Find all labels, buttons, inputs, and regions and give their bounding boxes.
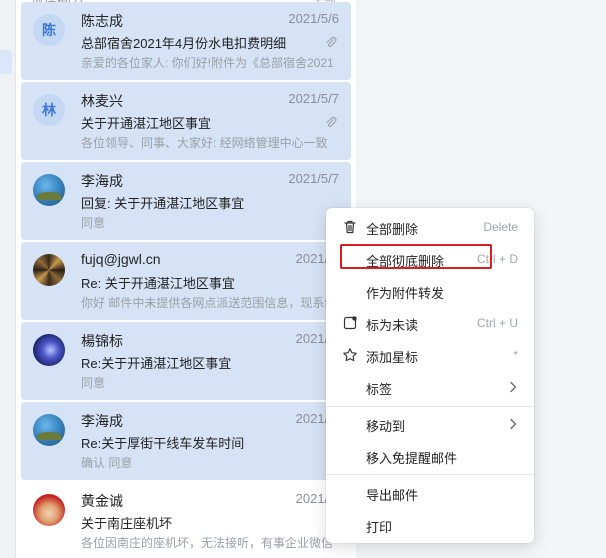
menu-item-label: 导出邮件 (366, 488, 419, 503)
mail-item[interactable]: 李海成 2021/5/7 回复: 关于开通湛江地区事宜 同意 (21, 162, 351, 240)
mail-subject: Re:关于开通湛江地区事宜 (81, 356, 232, 371)
mail-item[interactable]: 林 林麦兴 2021/5/7 关于开通湛江地区事宜 各位领导、同事、大家好: 经… (21, 82, 351, 160)
menu-item-shortcut: Delete (483, 220, 518, 234)
photo-avatar-star (33, 254, 65, 286)
menu-item-shortcut: * (513, 348, 518, 362)
trash-icon (344, 220, 356, 234)
mail-subject: 关于南庄座机坏 (81, 516, 173, 531)
mail-sender: 黄金诚 (81, 493, 123, 509)
menu-item-move-to[interactable]: 移动到 (326, 409, 534, 439)
mail-sender: 李海成 (81, 173, 123, 189)
chevron-right-icon (510, 381, 517, 393)
mail-item[interactable]: 李海成 2021/5/ Re:关于厚街干线车发车时间 确认 同意 (21, 402, 351, 480)
mail-preview: 同意 (81, 376, 106, 390)
mail-sender: 林麦兴 (81, 93, 123, 109)
mail-item[interactable]: 陈 陈志成 2021/5/6 总部宿舍2021年4月份水电扣费明细 亲爱的各位家… (21, 2, 351, 80)
mail-date: 2021/5/6 (288, 11, 339, 26)
mail-subject: Re: 关于开通湛江地区事宜 (81, 276, 235, 291)
menu-item-mark-unread[interactable]: 标为未读 Ctrl + U (326, 308, 534, 338)
mail-subject: 关于开通湛江地区事宜 (81, 116, 212, 131)
menu-item-label: 移动到 (366, 419, 406, 434)
photo-avatar-sky (33, 174, 65, 206)
menu-item-move-to-muted[interactable]: 移入免提醒邮件 (326, 441, 534, 471)
letter-avatar: 林 (33, 94, 65, 126)
mail-preview: 同意 (81, 216, 106, 230)
menu-item-label: 作为附件转发 (366, 286, 445, 301)
menu-item-label: 移入免提醒邮件 (366, 451, 458, 466)
mail-date: 2021/5/7 (288, 171, 339, 186)
menu-item-label: 标签 (366, 382, 393, 397)
mail-sender: fujq@jgwl.cn (81, 251, 161, 267)
paperclip-icon (326, 116, 337, 127)
mail-preview: 各位因南庄的座机坏，无法接听，有事企业微信 (81, 536, 334, 550)
unread-icon (343, 316, 357, 330)
menu-item-forward-as-attachment[interactable]: 作为附件转发 (326, 276, 534, 306)
mail-preview: 你好 邮件中未提供各网点派送范围信息，现系统 (81, 296, 337, 310)
left-rail (0, 0, 16, 558)
menu-item-delete-all[interactable]: 全部删除 Delete (326, 212, 534, 242)
highlight-annotation (340, 244, 492, 269)
mail-sender: 楊锦标 (81, 333, 123, 349)
star-icon (343, 348, 357, 362)
mail-sender: 李海成 (81, 413, 123, 429)
rail-active-marker[interactable] (0, 50, 12, 74)
menu-item-tags[interactable]: 标签 (326, 372, 534, 402)
mail-preview: 确认 同意 (81, 456, 133, 470)
paperclip-icon (326, 36, 337, 47)
mail-preview: 亲爱的各位家人: 你们好!附件为《总部宿舍2021 (81, 56, 334, 70)
menu-separator (326, 406, 534, 407)
mail-subject: 总部宿舍2021年4月份水电扣费明细 (81, 36, 287, 51)
menu-item-label: 标为未读 (366, 318, 419, 333)
menu-item-label: 打印 (366, 520, 393, 535)
mail-sender: 陈志成 (81, 13, 123, 29)
menu-item-label: 添加星标 (366, 350, 419, 365)
menu-item-label: 全部删除 (366, 222, 419, 237)
menu-item-export[interactable]: 导出邮件 (326, 478, 534, 508)
menu-item-shortcut: Ctrl + U (476, 316, 518, 330)
mail-preview: 各位领导、同事、大家好: 经网络管理中心一致 (81, 136, 328, 150)
mail-date: 2021/5/7 (288, 91, 339, 106)
letter-avatar: 陈 (33, 14, 65, 46)
chevron-right-icon (510, 418, 517, 430)
mail-item[interactable]: 黄金诚 2021/5/ 关于南庄座机坏 各位因南庄的座机坏，无法接听，有事企业微… (21, 482, 351, 558)
mail-subject: 回复: 关于开通湛江地区事宜 (81, 196, 245, 211)
mail-item[interactable]: fujq@jgwl.cn 2021/5/ Re: 关于开通湛江地区事宜 你好 邮… (21, 242, 351, 320)
photo-avatar-sky (33, 414, 65, 446)
mail-item[interactable]: 楊锦标 2021/5/ Re:关于开通湛江地区事宜 同意 (21, 322, 351, 400)
photo-avatar-anime (33, 494, 65, 526)
menu-separator (326, 474, 534, 475)
menu-item-print[interactable]: 打印 (326, 510, 534, 540)
menu-item-add-star[interactable]: 添加星标 * (326, 340, 534, 370)
mail-subject: Re:关于厚街干线车发车时间 (81, 436, 245, 451)
photo-avatar-galaxy (33, 334, 65, 366)
mail-list: 收件箱(7) 全部 陈 陈志成 2021/5/6 总部宿舍2021年4月份水电扣… (16, 0, 356, 558)
